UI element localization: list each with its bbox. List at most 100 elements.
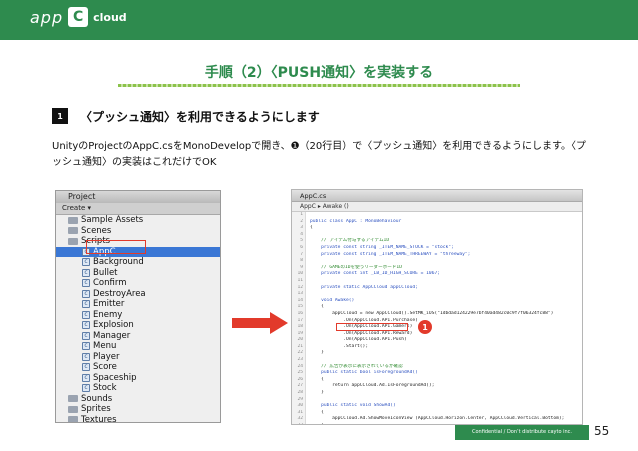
tree-item-label: Sprites bbox=[81, 404, 111, 414]
tree-item-label: Textures bbox=[81, 414, 117, 423]
tree-item-label: Stock bbox=[93, 383, 117, 393]
line-number: 8 bbox=[300, 258, 303, 264]
code-editor[interactable]: 1 2 3 4 5 6 7 8 9 10 11 12 13 14 15 16 17 18 19 20 21 22 23 24 2… bbox=[292, 212, 582, 424]
tree-item-enemy[interactable]: c Enemy bbox=[56, 310, 220, 321]
csharp-script-icon: c bbox=[82, 373, 90, 382]
header-bar: app C cloud bbox=[0, 0, 638, 40]
code-line: .Start(); bbox=[310, 343, 369, 349]
code-line: void Awake() bbox=[310, 297, 355, 303]
tree-item-label: Spaceship bbox=[93, 372, 137, 383]
folder-icon bbox=[68, 405, 78, 413]
tree-item-label: Sample Assets bbox=[81, 215, 144, 225]
folder-icon bbox=[68, 216, 78, 224]
logo-c-mark: C bbox=[68, 7, 89, 27]
logo-cloud-text: cloud bbox=[93, 10, 127, 24]
code-line: private const string _ITEM_NAME_STOCK = … bbox=[310, 244, 454, 250]
csharp-script-icon: c bbox=[82, 321, 90, 330]
code-navigation-bar[interactable]: AppC ▸ Awake () bbox=[292, 202, 582, 212]
line-number: 28 bbox=[297, 390, 303, 396]
line-number: 14 bbox=[297, 297, 303, 303]
create-menu-button[interactable]: Create ▾ bbox=[56, 203, 220, 215]
tree-item-explosion[interactable]: c Explosion bbox=[56, 320, 220, 331]
line-number: 2 bbox=[300, 218, 303, 224]
tree-item-background[interactable]: c Background bbox=[56, 257, 220, 268]
line-number: 29 bbox=[297, 396, 303, 402]
tree-item-label: Confirm bbox=[93, 278, 127, 288]
tree-item-label: Score bbox=[93, 362, 117, 372]
tree-item-label: Manager bbox=[93, 330, 131, 341]
tree-item-label: DestroyArea bbox=[93, 288, 146, 299]
code-line: // 広告が表示に表示されているか確認 bbox=[310, 363, 403, 369]
code-line: { bbox=[310, 409, 324, 415]
folder-icon bbox=[68, 227, 78, 235]
tree-item-label: Emitter bbox=[93, 299, 125, 309]
csharp-script-icon: c bbox=[82, 289, 90, 298]
code-line: { bbox=[310, 225, 313, 231]
step-title: 〈プッシュ通知〉を利用できるようにします bbox=[80, 110, 320, 124]
tree-item-stock[interactable]: c Stock bbox=[56, 383, 220, 394]
csharp-script-icon: c bbox=[82, 384, 90, 393]
line-number: 19 bbox=[297, 330, 303, 336]
line-number: 21 bbox=[297, 343, 303, 349]
tree-item-spaceship[interactable]: c Spaceship bbox=[56, 373, 220, 384]
line-number: 18 bbox=[297, 324, 303, 330]
tree-item-destroyarea[interactable]: c DestroyArea bbox=[56, 289, 220, 300]
slide-title: 手順（2）〈PUSH通知〉を実装する bbox=[204, 65, 434, 81]
line-number: 3 bbox=[300, 225, 303, 231]
line-number: 13 bbox=[297, 291, 303, 297]
code-line: private static AppCCloud appCCloud; bbox=[310, 284, 418, 290]
tree-item-textures[interactable]: Textures bbox=[56, 414, 220, 423]
line-number: 22 bbox=[297, 350, 303, 356]
unity-project-panel: Project Create ▾ Sample Assets Scenes Scri… bbox=[55, 190, 221, 423]
csharp-script-icon: c bbox=[82, 352, 90, 361]
code-line: private const int _LB_ID_HIGH_SCORE = 10… bbox=[310, 271, 440, 277]
tree-item-sounds[interactable]: Sounds bbox=[56, 394, 220, 405]
code-tab-appc[interactable]: AppC.cs bbox=[292, 190, 582, 202]
line-number: 11 bbox=[297, 277, 303, 283]
monodevelop-code-window: AppC.cs AppC ▸ Awake () 1 2 3 4 5 6 7 8 9 10 11 12 1… bbox=[291, 189, 583, 425]
tree-item-confirm[interactable]: c Confirm bbox=[56, 278, 220, 289]
confidential-label: Confidential / Don’t distribute cayto in… bbox=[455, 425, 589, 440]
tree-item-bullet[interactable]: c Bullet bbox=[56, 268, 220, 279]
folder-icon bbox=[68, 237, 78, 245]
line-number: 10 bbox=[297, 271, 303, 277]
tree-item-label: Player bbox=[93, 351, 120, 362]
tree-item-menu[interactable]: c Menu bbox=[56, 341, 220, 352]
line-number: 1 bbox=[300, 212, 303, 217]
step-number-badge: 1 bbox=[52, 108, 68, 124]
csharp-script-icon: c bbox=[82, 342, 90, 351]
csharp-script-icon: c bbox=[82, 268, 90, 277]
tree-item-sprites[interactable]: Sprites bbox=[56, 404, 220, 415]
line-number: 6 bbox=[300, 244, 303, 250]
tree-item-manager[interactable]: c Manager bbox=[56, 331, 220, 342]
tree-item-label: Explosion bbox=[93, 320, 134, 330]
code-line: // アイテム付与するアイテムID bbox=[310, 238, 390, 244]
folder-icon bbox=[68, 395, 78, 403]
csharp-script-icon: c bbox=[82, 363, 90, 372]
line-number: 30 bbox=[297, 403, 303, 409]
csharp-script-icon: c bbox=[82, 279, 90, 288]
line-number: 26 bbox=[297, 376, 303, 382]
code-line: appCCloud.Ad.ShowMoveIconView (AppCCloud… bbox=[310, 416, 565, 422]
tree-item-label: Sounds bbox=[81, 393, 113, 404]
tree-item-label: Enemy bbox=[93, 309, 123, 320]
tree-item-player[interactable]: c Player bbox=[56, 352, 220, 363]
callout-number-badge: 1 bbox=[418, 320, 432, 334]
title-underline bbox=[118, 84, 520, 87]
tree-item-sample-assets[interactable]: Sample Assets bbox=[56, 215, 220, 226]
csharp-script-icon: c bbox=[82, 331, 90, 340]
tree-item-scenes[interactable]: Scenes bbox=[56, 226, 220, 237]
code-line: } bbox=[310, 390, 324, 396]
code-line: return appCCloud.Ad.IsForegroundAd(); bbox=[310, 383, 435, 389]
csharp-script-icon: c bbox=[82, 258, 90, 267]
line-number: 23 bbox=[297, 357, 303, 363]
code-line: public class AppC : MonoBehaviour bbox=[310, 218, 402, 224]
tree-item-score[interactable]: c Score bbox=[56, 362, 220, 373]
logo-app-text: app bbox=[30, 7, 64, 27]
tree-item-emitter[interactable]: c Emitter bbox=[56, 299, 220, 310]
code-text[interactable]: public class AppC : MonoBehaviour{ // アイ… bbox=[306, 212, 582, 424]
